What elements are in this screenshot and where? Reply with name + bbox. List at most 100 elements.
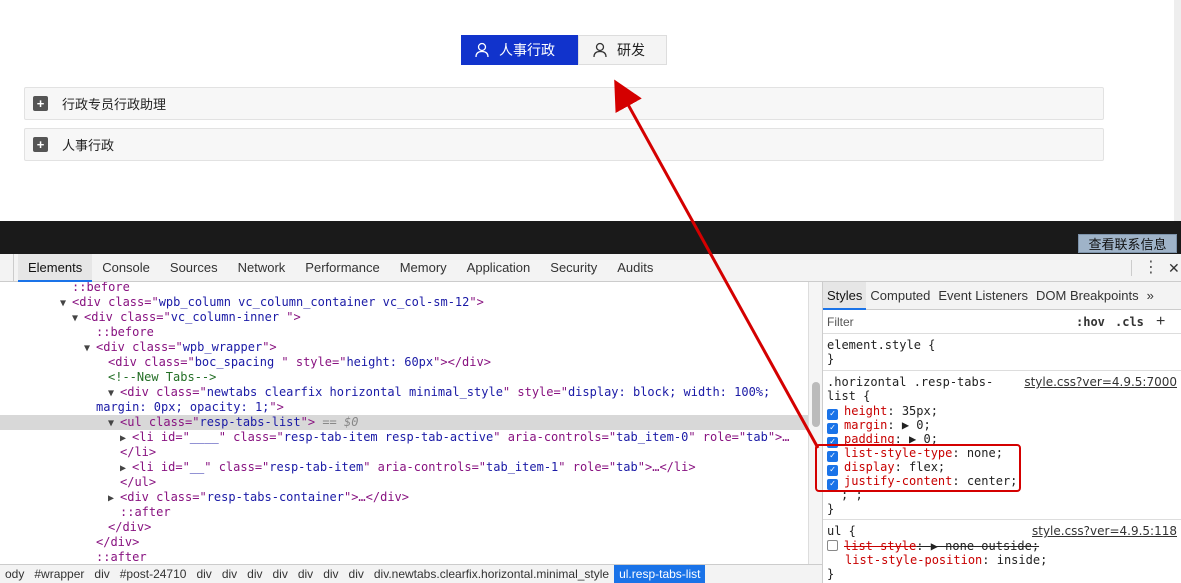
dark-footer-bar xyxy=(0,221,1181,254)
attr-value: tab_item-0 xyxy=(616,430,689,444)
tree-line[interactable]: ::before xyxy=(96,325,154,340)
tab-dom-breakpoints[interactable]: DOM Breakpoints xyxy=(1032,282,1143,310)
tree-line[interactable]: </div> xyxy=(108,520,151,535)
tab-event-listeners[interactable]: Event Listeners xyxy=(934,282,1032,310)
rule-selector[interactable]: .horizontal .resp-tabs- xyxy=(827,375,993,389)
tag-open: <div class=" xyxy=(96,340,183,354)
tree-line-selected[interactable]: ▼ <ul class="resp-tabs-list"> == $0 xyxy=(0,415,808,430)
css-property[interactable]: list-style: ▶ none outside; xyxy=(827,539,1039,553)
attr-value: resp-tab-item resp-tab-active xyxy=(283,430,494,444)
breadcrumb-item[interactable]: #wrapper xyxy=(29,565,89,583)
tree-line[interactable]: ▶ <li id="__" class="resp-tab-item" aria-… xyxy=(120,460,696,475)
attr-value: newtabs clearfix horizontal minimal_styl… xyxy=(206,385,503,399)
expand-triangle-icon[interactable]: ▼ xyxy=(72,311,82,326)
tag-close: "> xyxy=(262,340,277,354)
scrollbar-thumb[interactable] xyxy=(812,382,820,427)
expand-triangle-icon[interactable]: ▼ xyxy=(84,341,94,356)
tree-line[interactable]: <!--New Tabs--> xyxy=(108,370,216,385)
property-name: margin xyxy=(844,418,888,432)
expand-triangle-icon[interactable]: ▶ xyxy=(120,461,130,476)
tab-application[interactable]: Application xyxy=(457,254,541,282)
property-value: ▶ 0; xyxy=(901,418,931,432)
accordion-item-admin-assistant[interactable]: + 行政专员行政助理 xyxy=(24,87,1104,120)
view-contact-button[interactable]: 查看联系信息 xyxy=(1078,234,1177,253)
breadcrumb-item[interactable]: div xyxy=(217,565,242,583)
tab-computed[interactable]: Computed xyxy=(866,282,934,310)
tab-audits[interactable]: Audits xyxy=(607,254,663,282)
page-scrollbar[interactable] xyxy=(1174,0,1181,222)
hov-toggle[interactable]: :hov xyxy=(1076,315,1105,329)
breadcrumb-item[interactable]: div xyxy=(318,565,343,583)
web-page: 人事行政 研发 + 行政专员行政助理 + 人事行政 xyxy=(0,0,1181,222)
attr-value: __ xyxy=(189,460,205,474)
tab-memory[interactable]: Memory xyxy=(390,254,457,282)
pseudo-element: ::after xyxy=(96,550,147,564)
tree-line[interactable]: ▼ <div class="wpb_column vc_column_contai… xyxy=(60,295,484,310)
tree-line[interactable]: ::after xyxy=(96,550,147,564)
elements-scrollbar[interactable] xyxy=(808,282,822,564)
filter-input[interactable]: Filter xyxy=(827,315,854,329)
more-options-icon[interactable]: ⋮ xyxy=(1143,254,1159,282)
more-tabs-icon[interactable]: » xyxy=(1143,282,1158,310)
tree-line[interactable]: ::before xyxy=(72,282,130,295)
rule-selector[interactable]: ul { xyxy=(827,524,856,538)
breadcrumb-item[interactable]: div.newtabs.clearfix.horizontal.minimal_… xyxy=(369,565,614,583)
breadcrumb-item[interactable]: div xyxy=(89,565,114,583)
checkbox-icon[interactable] xyxy=(827,540,838,551)
tree-line[interactable]: ▶ <div class="resp-tabs-container">…</div… xyxy=(108,490,409,505)
rule-close-brace: } xyxy=(827,567,835,581)
expand-triangle-icon[interactable]: ▼ xyxy=(60,296,70,311)
tab-sources[interactable]: Sources xyxy=(160,254,228,282)
rule-source-link[interactable]: style.css?ver=4.9.5:118 xyxy=(1032,524,1177,538)
breadcrumb: ody #wrapper div #post-24710 div div div… xyxy=(0,564,822,583)
tab-network[interactable]: Network xyxy=(228,254,296,282)
breadcrumb-item[interactable]: div xyxy=(293,565,318,583)
tree-line[interactable]: </ul> xyxy=(120,475,156,490)
element-style-rule[interactable]: element.style { xyxy=(827,338,935,352)
property-name: list-style-position xyxy=(845,553,983,567)
tag-close: ">… xyxy=(767,430,790,444)
accordion-item-hr-admin[interactable]: + 人事行政 xyxy=(24,128,1104,161)
user-icon xyxy=(475,42,489,58)
attr-value: tab xyxy=(746,430,768,444)
tree-line[interactable]: ▼ <div class="vc_column-inner "> xyxy=(72,310,301,325)
rule-selector[interactable]: list { xyxy=(827,389,870,403)
css-property[interactable]: list-style-position: inside; xyxy=(845,553,1047,567)
breadcrumb-item[interactable]: div xyxy=(191,565,216,583)
tab-performance[interactable]: Performance xyxy=(295,254,389,282)
tree-line[interactable]: margin: 0px; opacity: 1;"> xyxy=(96,400,284,415)
tab-security[interactable]: Security xyxy=(540,254,607,282)
tree-line[interactable]: <div class="boc_spacing " style="height:… xyxy=(108,355,491,370)
expand-triangle-icon[interactable]: ▶ xyxy=(120,431,130,446)
tab-console[interactable]: Console xyxy=(92,254,160,282)
tab-elements[interactable]: Elements xyxy=(18,253,93,282)
breadcrumb-item[interactable]: ody xyxy=(0,565,29,583)
breadcrumb-item-selected[interactable]: ul.resp-tabs-list xyxy=(614,565,706,583)
expand-triangle-icon[interactable]: ▼ xyxy=(108,386,118,401)
breadcrumb-item[interactable]: #post-24710 xyxy=(115,565,192,583)
tab-hr-admin[interactable]: 人事行政 xyxy=(461,35,578,65)
new-rule-icon[interactable]: + xyxy=(1156,313,1165,331)
breadcrumb-item[interactable]: div xyxy=(242,565,267,583)
tree-line[interactable]: </li> xyxy=(120,445,156,460)
breadcrumb-item[interactable]: div xyxy=(268,565,293,583)
tree-line[interactable]: ::after xyxy=(120,505,171,520)
attr-sep: " role=" xyxy=(558,460,617,474)
tag-close: </ul> xyxy=(120,475,157,489)
close-icon[interactable]: ✕ xyxy=(1168,254,1180,282)
tag-close: "> xyxy=(469,295,484,309)
tree-line[interactable]: ▼ <div class="wpb_wrapper"> xyxy=(84,340,277,355)
tree-line[interactable]: </div> xyxy=(96,535,139,550)
tab-rnd[interactable]: 研发 xyxy=(578,35,667,65)
tab-label: 研发 xyxy=(617,42,645,58)
breadcrumb-item[interactable]: div xyxy=(344,565,369,583)
devtools-toolbar: Elements Console Sources Network Perform… xyxy=(0,253,1181,282)
tree-line[interactable]: ▶ <li id="____" class="resp-tab-item resp… xyxy=(120,430,790,445)
tree-line[interactable]: ▼ <div class="newtabs clearfix horizontal… xyxy=(108,385,770,400)
pseudo-element: ::before xyxy=(96,325,154,339)
cls-toggle[interactable]: .cls xyxy=(1115,315,1144,329)
tab-styles[interactable]: Styles xyxy=(823,281,867,310)
rule-source-link[interactable]: style.css?ver=4.9.5:7000 xyxy=(1024,375,1177,389)
expand-triangle-icon[interactable]: ▼ xyxy=(108,416,118,431)
expand-triangle-icon[interactable]: ▶ xyxy=(108,491,118,506)
